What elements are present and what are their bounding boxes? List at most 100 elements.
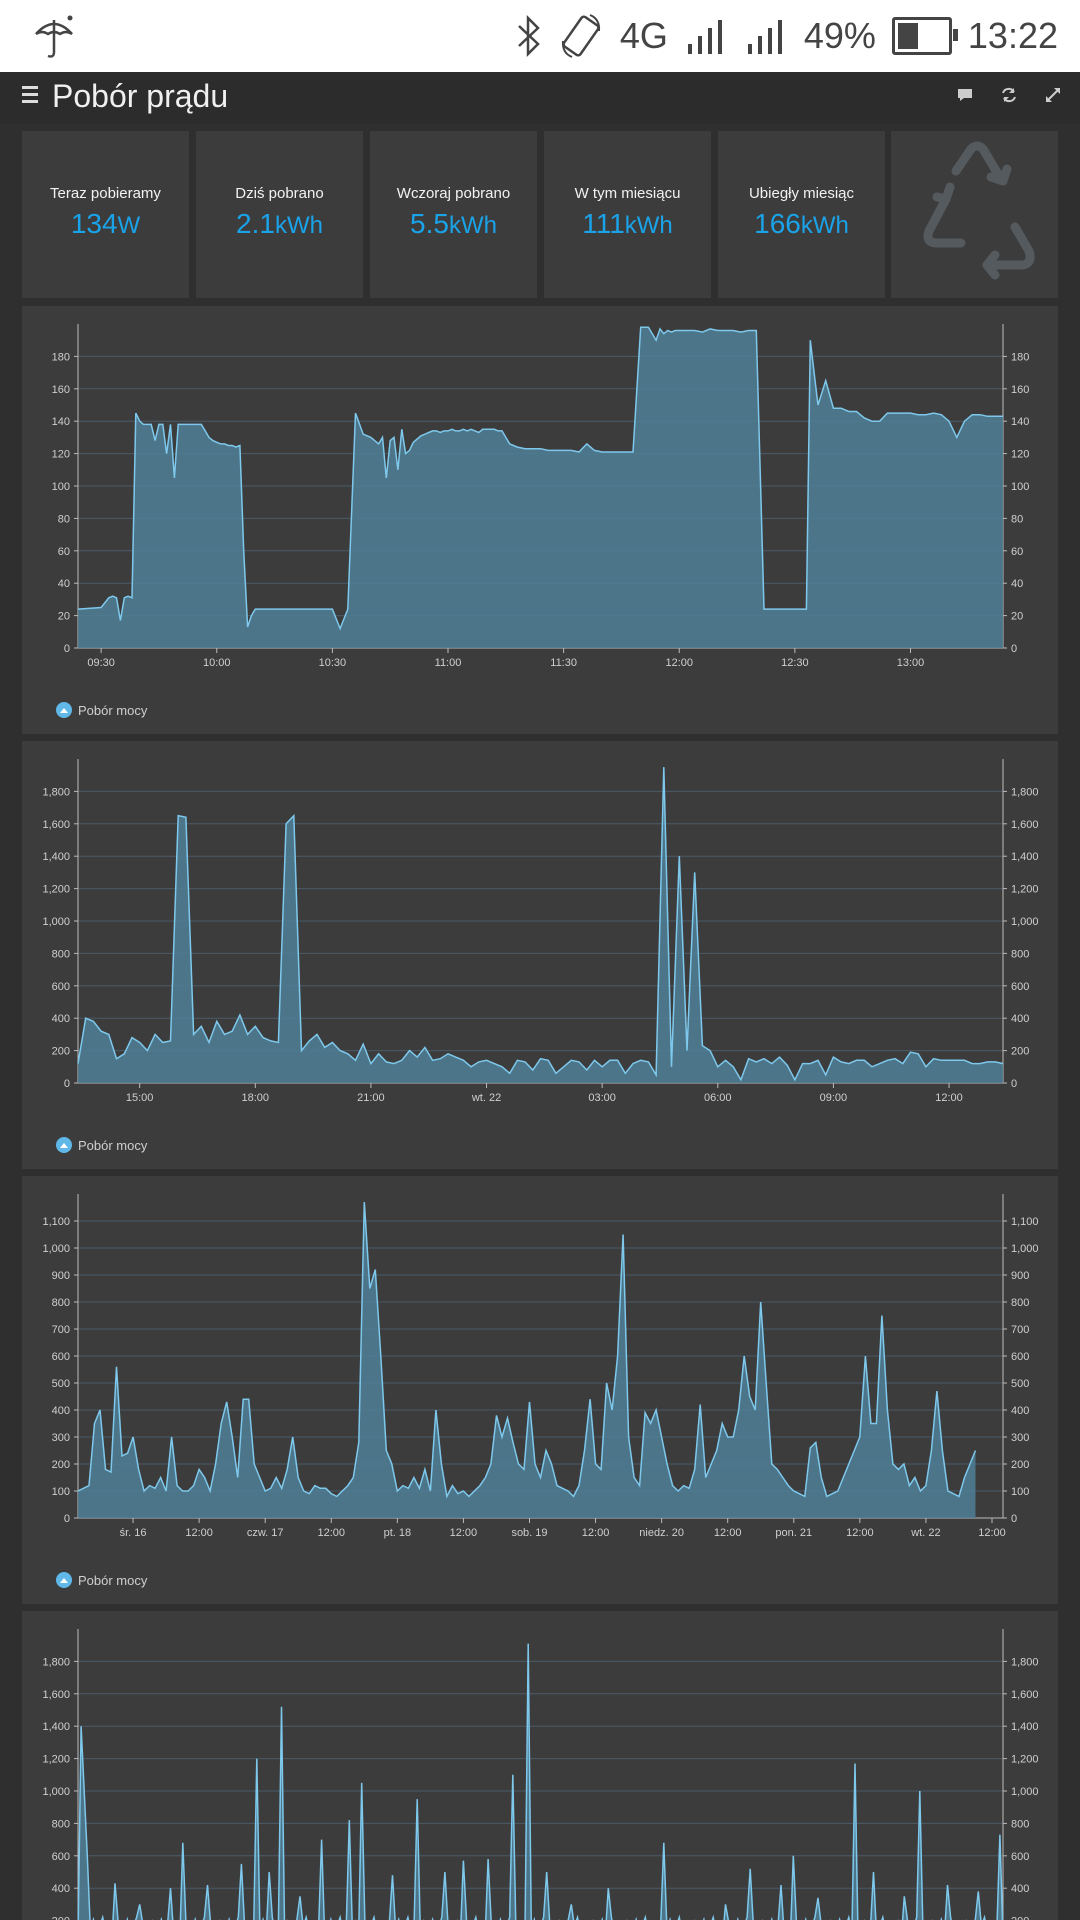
chart-legend[interactable]: Pobór mocy [56,1137,147,1153]
menu-icon[interactable] [22,86,38,104]
stat-value: 2.1kWh [236,208,323,239]
y-tick-label-right: 1,100 [1011,1216,1039,1228]
clock: 13:22 [967,15,1058,56]
status-icons: 4G 49% 13:22 [516,0,1058,72]
y-tick-label: 1,200 [42,884,70,896]
y-tick-label: 100 [52,481,70,493]
x-tick-label: 10:00 [203,657,231,669]
y-tick-label-right: 1,400 [1011,851,1039,863]
y-tick-label: 400 [52,1013,70,1025]
stat-value: 166kWh [754,208,849,239]
area-series-icon [56,702,72,718]
y-tick-label: 20 [58,611,70,623]
y-tick-label-right: 400 [1011,1405,1029,1417]
x-tick-label: 12:00 [846,1527,874,1539]
chart-day: 0 0 200 200 400 400 600 600 800 800 1,000 1,000 1,20… [42,759,1039,1104]
y-tick-label-right: 1,600 [1011,819,1039,831]
status-bar: 4G 49% 13:22 [0,0,1080,72]
bluetooth-icon [517,14,540,58]
y-tick-label: 1,400 [42,1721,70,1733]
y-tick-label-right: 600 [1011,1851,1029,1863]
fullscreen-icon[interactable] [1044,86,1062,104]
chart-panel-week: 0 0 100 100 200 200 300 300 400 400 500 500 600 600 70… [22,1176,1058,1604]
y-tick-label-right: 180 [1011,351,1029,363]
y-tick-label-right: 700 [1011,1324,1029,1336]
x-tick-label: czw. 17 [247,1527,284,1539]
y-tick-label: 700 [52,1324,70,1336]
y-tick-label: 0 [64,1078,70,1090]
refresh-icon[interactable] [1000,86,1018,104]
x-tick-label: 06:00 [704,1092,732,1104]
stat-value: 111kWh [582,208,673,239]
y-tick-label: 40 [58,578,70,590]
y-tick-label-right: 1,800 [1011,1656,1039,1668]
y-tick-label: 180 [52,351,70,363]
y-tick-label-right: 100 [1011,1486,1029,1498]
signal-icon [747,20,782,54]
x-tick-label: 12:30 [781,657,809,669]
signal-icon [687,20,722,54]
stat-value: 5.5kWh [410,208,497,239]
y-tick-label: 800 [52,1297,70,1309]
y-tick-label-right: 60 [1011,546,1023,558]
y-tick-label: 1,600 [42,819,70,831]
y-tick-label-right: 600 [1011,981,1029,993]
x-tick-label: 03:00 [588,1092,616,1104]
y-tick-label-right: 160 [1011,384,1029,396]
y-tick-label-right: 400 [1011,1013,1029,1025]
y-tick-label-right: 1,000 [1011,1243,1039,1255]
y-tick-label-right: 1,000 [1011,1786,1039,1798]
x-tick-label: 12:00 [582,1527,610,1539]
stat-label: Ubiegły miesiąc [748,185,855,202]
comment-icon[interactable] [956,86,974,104]
umbrella-icon [35,15,73,58]
x-tick-label: 09:00 [820,1092,848,1104]
x-tick-label: pon. 21 [775,1527,812,1539]
chart-week: 0 0 100 100 200 200 300 300 400 400 500 500 600 600 70… [42,1194,1039,1539]
stat-label: Dziś pobrano [235,185,324,202]
chart-legend[interactable]: Pobór mocy [56,702,147,718]
chart-month: 002002004004006006008008001,0001,0001,20… [42,1629,1039,1920]
y-tick-label-right: 800 [1011,1818,1029,1830]
y-tick-label: 0 [64,643,70,655]
chart-legend[interactable]: Pobór mocy [56,1572,147,1588]
y-tick-label: 100 [52,1486,70,1498]
y-tick-label: 1,000 [42,1786,70,1798]
stat-tiles: Teraz pobieramy 134W Dziś pobrano 2.1kWh… [22,131,1058,298]
y-tick-label-right: 1,800 [1011,786,1039,798]
y-tick-label: 1,800 [42,1656,70,1668]
stat-value: 134W [70,208,141,239]
y-tick-label: 300 [52,1432,70,1444]
network-type: 4G [619,15,668,56]
page-title: Pobór prądu [52,78,229,114]
y-tick-label-right: 20 [1011,611,1023,623]
y-tick-label-right: 100 [1011,481,1029,493]
y-tick-label: 200 [52,1046,70,1058]
x-tick-label: 12:00 [978,1527,1006,1539]
x-tick-label: 18:00 [242,1092,270,1104]
x-tick-label: 10:30 [319,657,347,669]
y-tick-label: 600 [52,981,70,993]
y-tick-label: 1,200 [42,1754,70,1766]
legend-label: Pobór mocy [78,1137,148,1153]
y-tick-label-right: 1,200 [1011,884,1039,896]
x-tick-label: pt. 18 [384,1527,412,1539]
y-tick-label: 200 [52,1916,70,1920]
y-tick-label-right: 900 [1011,1270,1029,1282]
x-tick-label: 11:30 [550,657,577,669]
recycle-icon [923,141,1035,280]
y-tick-label: 80 [58,513,70,525]
stat-tile: Dziś pobrano 2.1kWh [196,131,363,298]
x-tick-label: 13:00 [897,657,925,669]
battery-percent: 49% [803,15,876,56]
chart-panel-day: 0 0 200 200 400 400 600 600 800 800 1,000 1,000 1,20… [22,741,1058,1169]
y-tick-label: 400 [52,1405,70,1417]
y-tick-label-right: 0 [1011,1078,1017,1090]
y-tick-label-right: 1,000 [1011,916,1039,928]
y-tick-label-right: 300 [1011,1432,1029,1444]
area-series-icon [56,1572,72,1588]
chart-hour: 0 0 20 20 40 40 60 60 80 80 100 100 120 120 140 140 160 1… [52,324,1029,669]
y-tick-label: 900 [52,1270,70,1282]
series-area [78,1643,1003,1920]
stat-label: Wczoraj pobrano [396,185,511,202]
